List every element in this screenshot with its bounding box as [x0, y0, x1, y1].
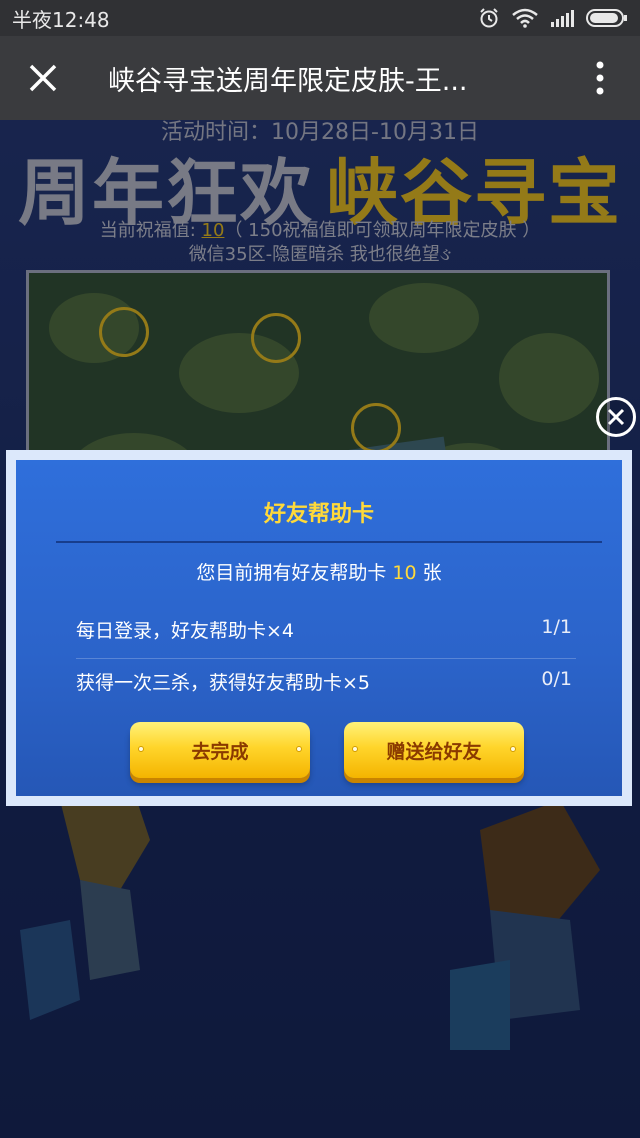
wifi-icon	[512, 8, 538, 28]
gift-to-friend-button[interactable]: 赠送给好友	[344, 722, 524, 778]
task-label: 获得一次三杀，获得好友帮助卡×5	[76, 672, 371, 694]
more-button[interactable]	[560, 36, 640, 120]
go-complete-button[interactable]: 去完成	[130, 722, 310, 778]
row-divider	[76, 658, 576, 659]
title-bar: 峡谷寻宝送周年限定皮肤-王...	[0, 36, 640, 120]
page-title: 峡谷寻宝送周年限定皮肤-王...	[108, 65, 468, 97]
task-row: 每日登录，好友帮助卡×4 1/1	[76, 616, 572, 643]
battery-icon	[586, 9, 627, 27]
close-icon	[29, 64, 57, 92]
modal-title: 好友帮助卡	[263, 502, 374, 527]
task-label: 每日登录，好友帮助卡×4	[76, 620, 295, 642]
status-icons	[478, 7, 628, 29]
alarm-icon	[480, 8, 498, 28]
signal-icon	[551, 10, 574, 27]
task-row: 获得一次三杀，获得好友帮助卡×5 0/1	[76, 668, 572, 695]
modal-divider	[56, 541, 602, 543]
modal-summary: 您目前拥有好友帮助卡 10 张	[16, 558, 622, 585]
close-button[interactable]	[0, 36, 86, 120]
summary-prefix: 您目前拥有好友帮助卡	[196, 562, 393, 584]
task-progress: 1/1	[541, 616, 572, 638]
gift-to-friend-label: 赠送给好友	[386, 740, 482, 763]
summary-count: 10	[392, 562, 417, 584]
modal-close-button[interactable]	[596, 397, 636, 437]
status-bar: 半夜12:48	[0, 0, 640, 36]
task-progress: 0/1	[541, 668, 572, 690]
status-time: 半夜12:48	[12, 7, 110, 32]
modal-body: 好友帮助卡 您目前拥有好友帮助卡 10 张 每日登录，好友帮助卡×4 1/1 获…	[16, 460, 622, 796]
summary-suffix: 张	[416, 562, 442, 584]
more-vertical-icon	[596, 61, 604, 95]
close-icon	[607, 408, 625, 426]
go-complete-label: 去完成	[191, 740, 249, 763]
helper-card-modal: 好友帮助卡 您目前拥有好友帮助卡 10 张 每日登录，好友帮助卡×4 1/1 获…	[6, 450, 632, 806]
